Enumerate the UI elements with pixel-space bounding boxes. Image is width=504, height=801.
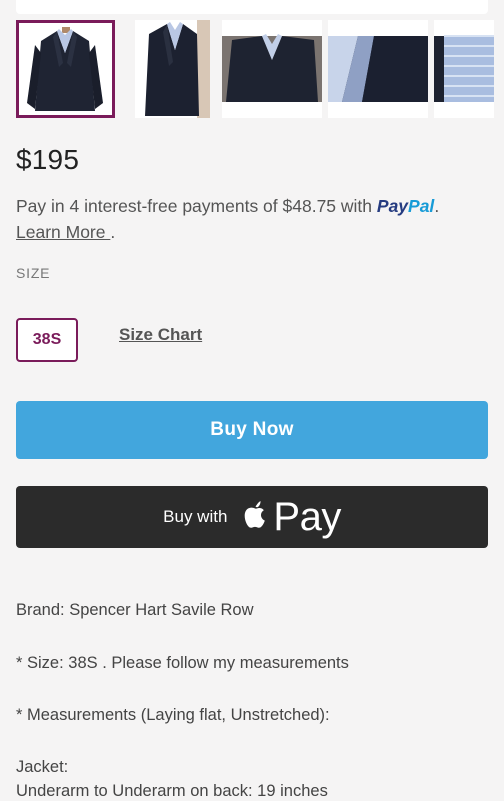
fabric-detail-thumbnail[interactable] bbox=[328, 20, 428, 118]
description-brand: Brand: Spencer Hart Savile Row bbox=[16, 601, 254, 619]
lining-detail-image bbox=[434, 20, 494, 118]
apple-pay-word: Pay bbox=[273, 494, 341, 539]
size-chart-link[interactable]: Size Chart bbox=[119, 325, 202, 345]
jacket-side-thumbnail[interactable] bbox=[135, 20, 210, 118]
description-jacket-heading: Jacket: bbox=[16, 758, 69, 776]
lining-detail-thumbnail[interactable] bbox=[434, 20, 494, 118]
apple-logo-icon bbox=[245, 501, 266, 528]
jacket-closeup-thumbnail[interactable] bbox=[222, 20, 322, 118]
description-underarm-measurement: Underarm to Underarm on back: 19 inches bbox=[16, 782, 328, 800]
jacket-front-image bbox=[19, 23, 112, 115]
paypal-installment-message: Pay in 4 interest-free payments of $48.7… bbox=[16, 196, 440, 242]
description-size: * Size: 38S . Please follow my measureme… bbox=[16, 654, 349, 672]
paypal-logo: PayPal bbox=[376, 196, 435, 216]
description-measurements-heading: * Measurements (Laying flat, Unstretched… bbox=[16, 706, 330, 724]
apple-pay-button[interactable]: Buy with Pay bbox=[16, 486, 488, 548]
size-label: SIZE bbox=[16, 265, 51, 281]
size-option-38s[interactable]: 38S bbox=[16, 318, 78, 362]
jacket-front-thumbnail[interactable] bbox=[16, 20, 115, 118]
jacket-side-image bbox=[135, 20, 210, 118]
product-price: $195 bbox=[16, 144, 80, 175]
fabric-detail-image bbox=[328, 20, 428, 118]
learn-more-link[interactable]: Learn More bbox=[16, 222, 110, 242]
paypal-installment-text: Pay in 4 interest-free payments of $48.7… bbox=[16, 196, 377, 216]
apple-pay-prefix: Buy with bbox=[163, 507, 228, 526]
jacket-closeup-image bbox=[222, 20, 322, 118]
image-area-bottom-edge bbox=[16, 0, 488, 14]
buy-now-button[interactable]: Buy Now bbox=[16, 401, 488, 459]
thumbnail-gallery[interactable] bbox=[16, 20, 504, 120]
